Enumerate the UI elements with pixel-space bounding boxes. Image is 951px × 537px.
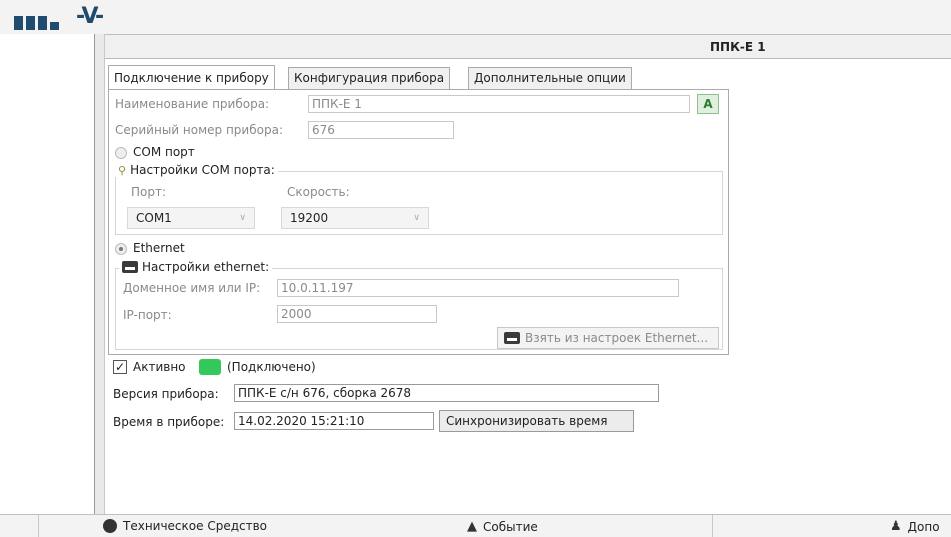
bottom-item-additional-label: Допо <box>907 519 940 534</box>
take-from-ethernet-settings-label: Взять из настроек Ethernet... <box>525 331 709 345</box>
serial-label: Серийный номер прибора: <box>115 123 283 137</box>
com-port-radio-label: COM порт <box>133 145 195 159</box>
com-settings-title-text: Настройки COM порта: <box>130 163 275 177</box>
com-port-radio[interactable] <box>115 147 127 159</box>
connection-status-text: (Подключено) <box>227 360 316 374</box>
device-title: ППК-Е 1 <box>710 40 766 54</box>
serial-field[interactable]: 676 <box>308 121 454 139</box>
version-field[interactable]: ППК-Е с/н 676, сборка 2678 <box>234 384 659 402</box>
com-settings-title: ⚲ Настройки COM порта: <box>115 163 278 177</box>
ethernet-settings-title: Настройки ethernet: <box>119 260 273 274</box>
warning-icon: ▲ <box>467 519 477 534</box>
device-time-label: Время в приборе: <box>113 415 225 429</box>
take-from-ethernet-settings-button[interactable]: Взять из настроек Ethernet... <box>497 327 719 349</box>
ip-port-field[interactable]: 2000 <box>277 305 437 323</box>
connection-status-indicator <box>199 359 221 375</box>
com-port-select[interactable]: COM1 ∨ <box>127 207 255 229</box>
version-label: Версия прибора: <box>113 387 219 401</box>
navigation-tree-panel <box>0 34 95 514</box>
bottom-item-additional[interactable]: ♟ Допо <box>890 519 940 534</box>
com-speed-label: Скорость: <box>287 185 350 199</box>
com-speed-value: 19200 <box>290 211 329 225</box>
chevron-down-icon: ∨ <box>413 213 420 223</box>
device-name-field[interactable]: ППК-Е 1 <box>308 95 690 113</box>
com-port-label: Порт: <box>131 185 167 199</box>
app-logo: -V- <box>14 4 114 30</box>
bottom-item-event[interactable]: ▲ Событие <box>467 519 538 534</box>
bottom-item-technical-means-label: Техническое Средство <box>123 519 267 533</box>
ethernet-icon <box>504 332 520 344</box>
ethernet-settings-title-text: Настройки ethernet: <box>142 260 270 274</box>
top-bar: -V- <box>0 0 951 34</box>
edit-name-icon[interactable]: A <box>697 94 719 114</box>
chevron-down-icon: ∨ <box>239 213 246 223</box>
sync-time-button[interactable]: Синхронизировать время <box>439 410 634 432</box>
ethernet-icon <box>122 261 138 273</box>
com-speed-select[interactable]: 19200 ∨ <box>281 207 429 229</box>
plug-icon: ⚲ <box>118 163 127 177</box>
panel-splitter[interactable] <box>95 34 105 514</box>
device-name-label: Наименование прибора: <box>115 97 270 111</box>
host-field[interactable]: 10.0.11.197 <box>277 279 679 297</box>
tab-additional-options[interactable]: Дополнительные опции <box>468 67 632 89</box>
com-port-value: COM1 <box>136 211 172 225</box>
active-checkbox[interactable]: ✓ <box>113 360 127 374</box>
user-icon: ♟ <box>890 519 902 534</box>
tab-configuration[interactable]: Конфигурация прибора <box>288 67 451 89</box>
device-icon <box>103 519 117 533</box>
ethernet-radio-label: Ethernet <box>133 241 185 255</box>
host-label: Доменное имя или IP: <box>123 281 261 295</box>
device-title-bar: ППК-Е 1 <box>105 34 951 59</box>
bottom-status-bar: Техническое Средство ▲ Событие ♟ Допо <box>0 514 951 537</box>
device-content: Подключение к прибору Конфигурация прибо… <box>105 59 951 514</box>
ip-port-label: IP-порт: <box>123 308 172 322</box>
ethernet-radio[interactable] <box>115 243 127 255</box>
device-time-field[interactable]: 14.02.2020 15:21:10 <box>234 412 434 430</box>
bottom-item-event-label: Событие <box>483 519 538 534</box>
tab-connection[interactable]: Подключение к прибору <box>108 65 275 89</box>
bottom-item-technical-means[interactable]: Техническое Средство <box>103 519 267 533</box>
active-label: Активно <box>133 360 186 374</box>
connection-panel: Наименование прибора: ППК-Е 1 A Серийный… <box>108 89 729 355</box>
